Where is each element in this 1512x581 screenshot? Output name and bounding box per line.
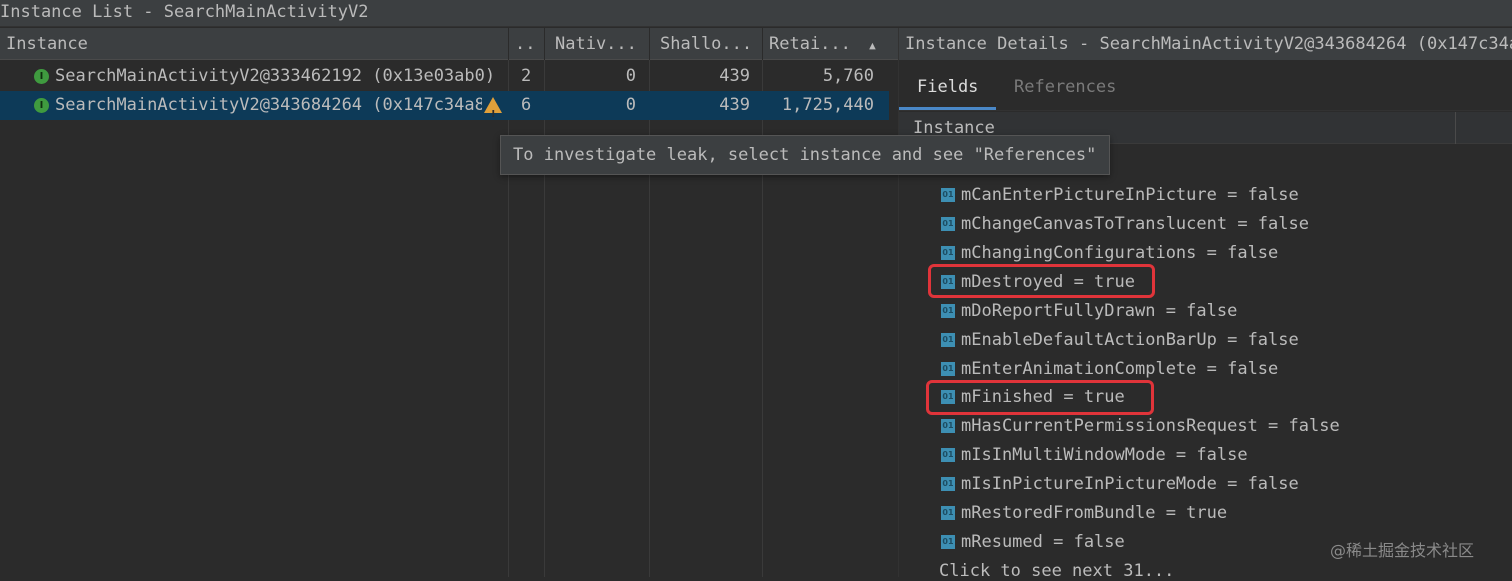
column-header-retained[interactable]: Retai... ▲ [763,28,889,60]
window-title: Instance List - SearchMainActivityV2 [0,0,1512,27]
native-size-cell: 0 [625,66,636,86]
tab-references[interactable]: References [996,66,1134,110]
field-row[interactable]: 01 mHasCurrentPermissionsRequest = false [941,412,1340,441]
field-text: mCanEnterPictureInPicture = false [961,185,1299,205]
field-text: mEnterAnimationComplete = false [961,359,1279,379]
field-icon: 01 [941,448,955,462]
field-icon: 01 [941,419,955,433]
depth-cell: 2 [521,66,532,86]
instance-icon: I [34,97,49,113]
field-text: mIsInPictureInPictureMode = false [961,474,1299,494]
header-filler [889,28,898,60]
column-header-native[interactable]: Nativ... [545,28,649,60]
shallow-size-cell: 439 [719,66,750,86]
column-header-retained-label: Retai... [769,34,851,54]
field-icon: 01 [941,506,955,520]
field-icon: 01 [941,535,955,549]
field-row[interactable]: 01 mResumed = false [941,528,1125,557]
field-row[interactable]: 01 mRestoredFromBundle = true [941,499,1227,528]
tab-fields[interactable]: Fields [899,66,997,110]
field-text: mChangingConfigurations = false [961,243,1279,263]
field-icon: 01 [941,362,955,376]
shallow-size-cell: 439 [719,95,750,115]
sort-ascending-icon: ▲ [869,39,876,52]
instance-name: SearchMainActivityV2@343684264 (0x147c34… [55,95,482,115]
instance-name-cell: I SearchMainActivityV2@343684264 (0x147c3… [34,91,482,120]
column-header-shallow[interactable]: Shallo... [650,28,762,60]
field-text: mEnableDefaultActionBarUp = false [961,330,1299,350]
details-title: Instance Details - SearchMainActivityV2@… [899,28,1512,60]
field-icon: 01 [941,246,955,260]
highlight-box-destroyed [928,264,1155,298]
field-icon: 01 [941,477,955,491]
depth-cell: 6 [521,95,532,115]
instance-list-panel: Instance .. Nativ... Shallo... Retai... … [0,28,898,577]
show-more-link[interactable]: Click to see next 31... [939,561,1174,581]
instance-icon: I [34,68,49,84]
instance-details-panel: Instance Details - SearchMainActivityV2@… [898,28,1512,581]
field-row[interactable]: 01 mIsInMultiWindowMode = false [941,441,1248,470]
native-size-cell: 0 [625,95,636,115]
leak-hint-tooltip: To investigate leak, select instance and… [500,135,1110,175]
field-icon: 01 [941,304,955,318]
instance-name: SearchMainActivityV2@333462192 (0x13e03a… [55,66,496,86]
warning-icon[interactable]: ! [484,97,502,120]
field-row[interactable]: 01 mCanEnterPictureInPicture = false [941,181,1299,210]
field-row[interactable]: 01 mDoReportFullyDrawn = false [941,297,1237,326]
field-text: mHasCurrentPermissionsRequest = false [961,416,1340,436]
retained-size-cell: 5,760 [822,66,874,86]
instance-row-selected[interactable]: I SearchMainActivityV2@343684264 (0x147c3… [0,91,889,120]
field-icon: 01 [941,188,955,202]
details-tabs: Fields References [899,66,1512,111]
highlight-box-finished [926,380,1154,415]
field-icon: 01 [941,333,955,347]
field-text: mRestoredFromBundle = true [961,503,1228,523]
field-row[interactable]: 01 mIsInPictureInPictureMode = false [941,470,1299,499]
column-header-depth[interactable]: .. [509,28,544,60]
field-text: mResumed = false [961,532,1125,552]
column-divider [1455,112,1456,144]
field-row[interactable]: 01 mEnableDefaultActionBarUp = false [941,326,1299,355]
watermark: @稀土掘金技术社区 [1330,541,1475,560]
field-row[interactable]: 01 mChangeCanvasToTranslucent = false [941,210,1309,239]
field-text: mChangeCanvasToTranslucent = false [961,214,1309,234]
field-icon: 01 [941,217,955,231]
field-text: mDoReportFullyDrawn = false [961,301,1238,321]
field-text: mIsInMultiWindowMode = false [961,445,1248,465]
retained-size-cell: 1,725,440 [781,95,874,115]
instance-name-cell: I SearchMainActivityV2@333462192 (0x13e03… [34,62,504,91]
column-header-instance[interactable]: Instance [0,28,508,60]
instance-row[interactable]: I SearchMainActivityV2@333462192 (0x13e03… [0,62,889,91]
